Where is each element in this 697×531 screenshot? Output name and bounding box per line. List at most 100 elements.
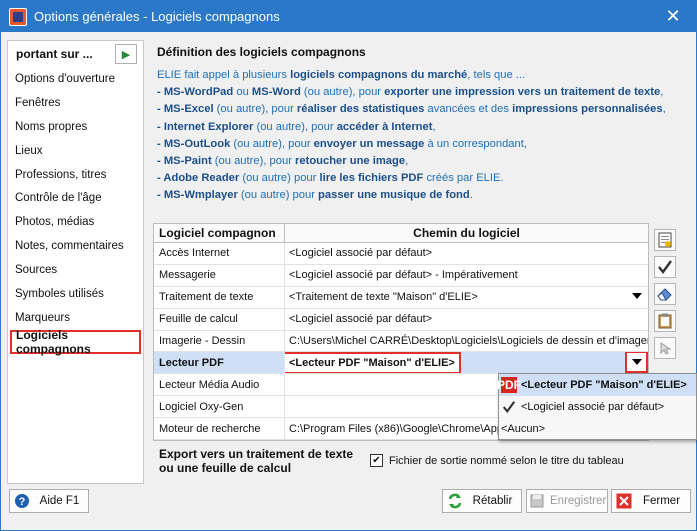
sidebar-item-professions[interactable]: Professions, titres — [8, 163, 143, 187]
intro-text: ELIE fait appel à plusieurs logiciels co… — [157, 67, 692, 205]
sidebar-item-controle-age[interactable]: Contrôle de l'âge — [8, 186, 143, 210]
eraser-icon[interactable] — [654, 283, 676, 305]
row-path-combo[interactable]: <Traitement de texte "Maison" d'ELIE> — [285, 287, 648, 308]
sidebar-item-fenetres[interactable]: Fenêtres — [8, 91, 143, 115]
window-close-icon[interactable]: ✕ — [650, 1, 696, 32]
pick-icon[interactable] — [654, 337, 676, 359]
help-icon: ? — [13, 492, 31, 510]
intro-bold-part: - MS-WordPad — [157, 86, 234, 99]
intro-text-part: ou — [233, 86, 252, 99]
table-row[interactable]: Imagerie - Dessin C:\Users\Michel CARRÉ\… — [154, 330, 648, 353]
chevron-down-icon — [631, 359, 642, 366]
sidebar-go-button[interactable]: ▶ — [115, 44, 137, 64]
svg-text:?: ? — [19, 496, 26, 508]
chevron-down-icon[interactable] — [632, 292, 642, 299]
intro-line: - MS-Excel (ou autre), pour réaliser des… — [157, 101, 692, 118]
intro-text-part: (ou autre), pour — [213, 103, 297, 116]
row-name: Moteur de recherche — [154, 418, 285, 440]
intro-bold-part: - MS-Excel — [157, 103, 214, 116]
validate-icon[interactable] — [654, 256, 676, 278]
output-name-option[interactable]: ✔ Fichier de sortie nommé selon le titre… — [370, 454, 624, 467]
save-button[interactable]: Enregistrer — [526, 489, 608, 513]
row-name: Logiciel Oxy-Gen — [154, 396, 285, 418]
row-name: Traitement de texte — [154, 286, 285, 308]
table-row[interactable]: Traitement de texte <Traitement de texte… — [154, 286, 648, 309]
refresh-icon — [446, 492, 464, 510]
row-name: Accès Internet — [154, 243, 285, 264]
table-row-selected[interactable]: Lecteur PDF <Lecteur PDF "Maison" d'ELIE… — [154, 352, 648, 375]
new-item-icon[interactable] — [654, 229, 676, 251]
row-name: Lecteur Média Audio — [154, 374, 285, 396]
row-path[interactable]: <Logiciel associé par défaut> - Impérati… — [285, 265, 648, 286]
title-bar: Options générales - Logiciels compagnons… — [1, 1, 696, 32]
intro-bold-part: logiciels compagnons du marché — [290, 69, 468, 81]
output-name-checkbox-label: Fichier de sortie nommé selon le titre d… — [389, 454, 624, 467]
output-name-checkbox[interactable]: ✔ — [370, 454, 383, 467]
dropdown-option-pdf[interactable]: PDF <Lecteur PDF "Maison" d'ELIE> — [497, 374, 696, 396]
sidebar-item-marqueurs[interactable]: Marqueurs — [8, 306, 143, 330]
column-header-path[interactable]: Chemin du logiciel — [285, 224, 648, 242]
reset-button[interactable]: Rétablir — [442, 489, 522, 513]
sidebar: portant sur ... ▶ Options d'ouverture Fe… — [7, 40, 144, 484]
intro-line: - MS-Paint (ou autre), pour retoucher un… — [157, 153, 692, 170]
row-path: <Traitement de texte "Maison" d'ELIE> — [289, 291, 478, 304]
app-icon — [9, 7, 27, 26]
sidebar-item-sources[interactable]: Sources — [8, 258, 143, 282]
table-toolbar — [654, 229, 678, 364]
sidebar-item-logiciels-compagnons[interactable]: Logiciels compagnons — [10, 328, 141, 356]
row-path[interactable]: C:\Users\Michel CARRÉ\Desktop\Logiciels\… — [285, 331, 648, 352]
row-path[interactable]: <Logiciel associé par défaut> — [285, 309, 648, 330]
row-path[interactable]: <Logiciel associé par défaut> — [285, 243, 648, 264]
intro-text-part: avancées et des — [424, 103, 513, 116]
intro-bold-part: passer une musique de fond — [318, 189, 470, 202]
pdf-icon: PDF — [497, 377, 521, 393]
dropdown-list: PDF <Lecteur PDF "Maison" d'ELIE> <Logic… — [497, 373, 697, 440]
column-header-companion[interactable]: Logiciel compagnon — [154, 224, 285, 242]
pdf-reader-combo[interactable]: <Lecteur PDF "Maison" d'ELIE> — [285, 352, 461, 374]
intro-bold-part: - MS-Wmplayer — [157, 189, 238, 202]
intro-text-part: , — [662, 103, 666, 116]
dropdown-option-label: <Aucun> — [501, 423, 546, 435]
table-row[interactable]: Accès Internet <Logiciel associé par déf… — [154, 243, 648, 265]
sidebar-item-options-ouverture[interactable]: Options d'ouverture — [8, 67, 143, 91]
sidebar-item-noms-propres[interactable]: Noms propres — [8, 115, 143, 139]
intro-text-part: créés par ELIE. — [423, 172, 504, 185]
close-button[interactable]: Fermer — [611, 489, 691, 513]
row-name: Lecteur PDF — [154, 352, 285, 374]
dropdown-option-none[interactable]: <Aucun> — [499, 418, 696, 440]
sidebar-item-notes[interactable]: Notes, commentaires — [8, 234, 143, 258]
table-row[interactable]: Feuille de calcul <Logiciel associé par … — [154, 308, 648, 331]
export-label-line: ou une feuille de calcul — [159, 461, 292, 475]
dropdown-option-label: <Logiciel associé par défaut> — [521, 401, 665, 413]
checkmark-icon — [501, 399, 517, 415]
sidebar-item-lieux[interactable]: Lieux — [8, 139, 143, 163]
play-icon: ▶ — [121, 48, 131, 61]
intro-bold-part: réaliser des statistiques — [296, 103, 425, 116]
intro-line: - MS-WordPad ou MS-Word (ou autre), pour… — [157, 84, 692, 101]
intro-bold-part: retoucher une image — [295, 155, 406, 168]
dropdown-button[interactable] — [625, 352, 648, 374]
intro-bold-part: - MS-Paint — [157, 155, 212, 168]
intro-line: ELIE fait appel à plusieurs logiciels co… — [157, 67, 692, 84]
row-name: Imagerie - Dessin — [154, 330, 285, 352]
row-path-combo[interactable]: <Lecteur PDF "Maison" d'ELIE> — [285, 352, 648, 374]
clipboard-icon[interactable] — [654, 310, 676, 332]
help-button[interactable]: ? Aide F1 — [9, 489, 89, 513]
sidebar-item-photos-medias[interactable]: Photos, médias — [8, 210, 143, 234]
table-header: Logiciel compagnon Chemin du logiciel — [154, 224, 648, 243]
sidebar-item-symboles[interactable]: Symboles utilisés — [8, 282, 143, 306]
save-button-label: Enregistrer — [550, 495, 607, 507]
intro-text-part: (ou autre) pour — [239, 172, 320, 185]
intro-bold-part: envoyer un message — [313, 137, 425, 150]
intro-bold-part: accéder à Internet — [336, 120, 433, 133]
intro-line: - Adobe Reader (ou autre) pour lire les … — [157, 170, 692, 187]
intro-text-part: (ou autre) pour — [237, 189, 319, 202]
export-label: Export vers un traitement de texte ou un… — [159, 447, 353, 475]
intro-bold-part: - MS-OutLook — [157, 137, 231, 150]
dropdown-option-default[interactable]: <Logiciel associé par défaut> — [499, 396, 696, 418]
intro-text-part: (ou autre), pour — [253, 120, 337, 133]
intro-text-part: (ou autre), pour — [300, 86, 385, 99]
options-window: Options générales - Logiciels compagnons… — [0, 0, 697, 531]
table-row[interactable]: Messagerie <Logiciel associé par défaut>… — [154, 264, 648, 287]
intro-text-part: , — [432, 120, 436, 133]
